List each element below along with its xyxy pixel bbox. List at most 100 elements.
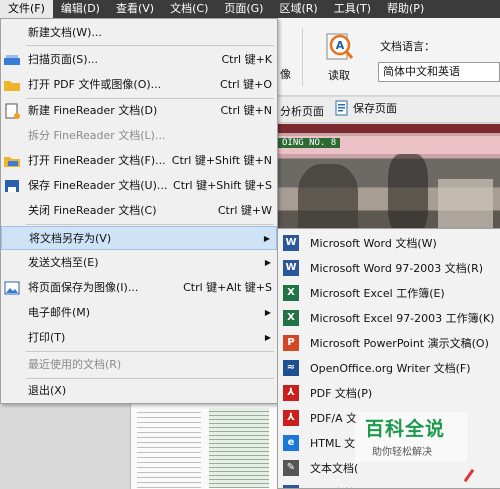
menu-item-label: 新建 FineReader 文档(D) <box>28 104 158 117</box>
submenu-item[interactable]: W Microsoft Word 97-2003 文档(R) <box>278 256 500 281</box>
submenu-item[interactable]: W Microsoft Word 文档(W) <box>278 231 500 256</box>
menu-area[interactable]: 区域(R) <box>271 0 325 18</box>
menu-item-label: 发送文档至(E) <box>28 256 99 269</box>
submenu-item[interactable]: ≈ OpenOffice.org Writer 文档(F) <box>278 356 500 381</box>
menu-item-print[interactable]: 打印(T) ▶ <box>1 326 277 350</box>
page-image-preview: OING NO. 8 <box>278 124 500 239</box>
menu-file[interactable]: 文件(F) <box>0 0 53 18</box>
image-save-icon <box>4 281 20 295</box>
submenu-item[interactable]: P Microsoft PowerPoint 演示文稿(O) <box>278 331 500 356</box>
powerpoint-icon: P <box>283 335 299 351</box>
menu-item-shortcut: Ctrl 键+Shift 键+S <box>173 179 272 192</box>
menu-help[interactable]: 帮助(P) <box>379 0 432 18</box>
menu-item-label: 保存 FineReader 文档(U)... <box>28 179 168 192</box>
menu-document[interactable]: 文档(C) <box>162 0 216 18</box>
menu-item-scan-page[interactable]: 扫描页面(S)... Ctrl 键+K <box>1 48 277 72</box>
submenu-item[interactable]: ⅄ PDF 文档(P) <box>278 381 500 406</box>
menu-item-shortcut: Ctrl 键+N <box>220 104 272 117</box>
document-language-label: 文档语言： <box>380 40 435 53</box>
main-toolbar <box>278 18 500 96</box>
text-block <box>137 408 201 488</box>
menu-item-exit[interactable]: 退出(X) <box>1 379 277 403</box>
submenu-item[interactable]: X Microsoft Excel 97-2003 工作簿(K) <box>278 306 500 331</box>
submenu-item-label: Microsoft Word 文档(W) <box>310 237 437 250</box>
menu-item-save-document-as[interactable]: 将文档另存为(V) ▶ <box>1 226 277 250</box>
save-page-icon <box>335 100 348 116</box>
menu-item-open-finereader[interactable]: 打开 FineReader 文档(F)... Ctrl 键+Shift 键+N <box>1 149 277 173</box>
word-icon: W <box>283 235 299 251</box>
text-block <box>209 408 269 488</box>
menu-bar: 文件(F) 编辑(D) 查看(V) 文档(C) 页面(G) 区域(R) 工具(T… <box>0 0 500 18</box>
open-folder-icon <box>4 157 20 167</box>
menu-item-new-document[interactable]: 新建文档(W)... <box>1 21 277 45</box>
submenu-arrow-icon: ▶ <box>264 333 271 342</box>
save-page-label: 保存页面 <box>353 102 397 115</box>
menu-item-shortcut: Ctrl 键+K <box>221 53 273 66</box>
watermark-subtitle: 助你轻松解决 <box>372 447 432 458</box>
file-menu: 新建文档(W)... 扫描页面(S)... Ctrl 键+K 打开 PDF 文件… <box>0 18 278 404</box>
menu-item-save-page-as-image[interactable]: 将页面保存为图像(I)... Ctrl 键+Alt 键+S <box>1 276 277 300</box>
menu-item-label: 将文档另存为(V) <box>29 232 112 245</box>
menu-page[interactable]: 页面(G) <box>216 0 271 18</box>
read-button-label[interactable]: 读取 <box>328 67 350 83</box>
read-icon[interactable]: A <box>324 32 354 62</box>
submenu-item-label: HTML 文 <box>310 437 356 450</box>
menu-item-label: 退出(X) <box>28 384 67 397</box>
image-figure <box>438 179 493 229</box>
document-language-select[interactable]: 简体中文和英语 <box>378 62 500 82</box>
rtf-icon: W <box>283 485 299 488</box>
menu-edit[interactable]: 编辑(D) <box>53 0 108 18</box>
new-document-icon <box>5 103 20 119</box>
menu-separator <box>26 224 274 225</box>
menu-item-save-finereader[interactable]: 保存 FineReader 文档(U)... Ctrl 键+Shift 键+S <box>1 174 277 198</box>
menu-item-recent-documents: 最近使用的文档(R) <box>1 353 277 377</box>
submenu-arrow-icon: ▶ <box>263 234 270 243</box>
menu-tools[interactable]: 工具(T) <box>326 0 379 18</box>
save-icon <box>5 180 19 192</box>
html-icon: e <box>283 435 299 451</box>
menu-item-new-finereader[interactable]: 新建 FineReader 文档(D) Ctrl 键+N <box>1 99 277 123</box>
toolbar-partial-label: 像 <box>280 68 291 81</box>
image-figure <box>388 154 428 234</box>
submenu-item-label: PDF/A 文 <box>310 412 358 425</box>
submenu-item-label: PDF 文档(P) <box>310 387 373 400</box>
submenu-arrow-icon: ▶ <box>264 258 271 267</box>
excel-icon: X <box>283 285 299 301</box>
document-page-thumbnail <box>130 400 278 489</box>
menu-view[interactable]: 查看(V) <box>108 0 162 18</box>
word-icon: W <box>283 260 299 276</box>
pdf-icon: ⅄ <box>283 385 299 401</box>
menu-item-open-pdf[interactable]: 打开 PDF 文件或图像(O)... Ctrl 键+O <box>1 73 277 97</box>
submenu-item-label: RTF 文档( <box>310 481 360 488</box>
submenu-item[interactable]: X Microsoft Excel 工作簿(E) <box>278 281 500 306</box>
image-text-tag: OING NO. 8 <box>278 138 341 148</box>
menu-item-send-document-to[interactable]: 发送文档至(E) ▶ <box>1 251 277 275</box>
menu-separator <box>26 351 274 352</box>
menu-item-label: 关闭 FineReader 文档(C) <box>28 204 157 217</box>
menu-item-label: 拆分 FineReader 文档(L)... <box>28 129 166 142</box>
svg-text:A: A <box>336 39 345 52</box>
submenu-item-label: Microsoft Word 97-2003 文档(R) <box>310 262 484 275</box>
text-icon: ✎ <box>283 460 299 476</box>
submenu-item-label: 文本文档( <box>310 462 359 475</box>
submenu-item-label: OpenOffice.org Writer 文档(F) <box>310 362 471 375</box>
menu-item-label: 打印(T) <box>28 331 66 344</box>
menu-item-shortcut: Ctrl 键+W <box>217 204 272 217</box>
menu-item-label: 新建文档(W)... <box>28 26 102 39</box>
save-page-button[interactable]: 保存页面 <box>334 100 397 116</box>
menu-item-close-finereader[interactable]: 关闭 FineReader 文档(C) Ctrl 键+W <box>1 199 277 223</box>
submenu-item-label: Microsoft Excel 工作簿(E) <box>310 287 445 300</box>
menu-item-shortcut: Ctrl 键+Shift 键+N <box>171 154 272 167</box>
menu-item-shortcut: Ctrl 键+Alt 键+S <box>183 281 272 294</box>
excel-icon: X <box>283 310 299 326</box>
menu-item-label: 打开 FineReader 文档(F)... <box>28 154 166 167</box>
menu-item-label: 电子邮件(M) <box>28 306 91 319</box>
menu-item-label: 扫描页面(S)... <box>28 53 99 66</box>
submenu-item-label: Microsoft PowerPoint 演示文稿(O) <box>310 337 489 350</box>
submenu-item[interactable]: W RTF 文档( <box>278 481 500 488</box>
menu-item-email[interactable]: 电子邮件(M) ▶ <box>1 301 277 325</box>
analyze-page-button[interactable]: 分析页面 <box>280 103 324 119</box>
menu-item-split-finereader: 拆分 FineReader 文档(L)... <box>1 124 277 148</box>
watermark-title: 百科全说 <box>365 418 446 440</box>
scanner-icon <box>4 55 20 65</box>
